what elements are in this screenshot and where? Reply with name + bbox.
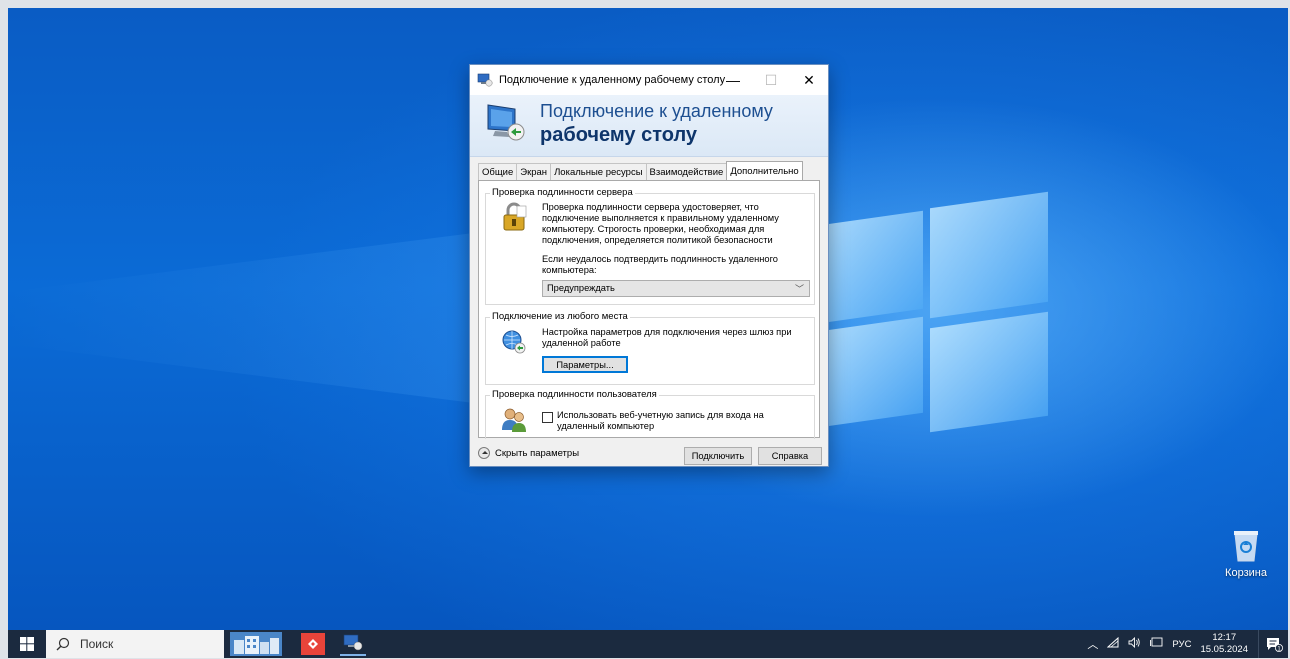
connect-anywhere-description: Настройка параметров для подключения чер… bbox=[542, 327, 792, 348]
notification-icon: 1 bbox=[1266, 638, 1283, 652]
tab-general[interactable]: Общие bbox=[478, 163, 518, 180]
rdp-app-icon bbox=[477, 73, 493, 87]
taskbar-search[interactable]: Поиск bbox=[46, 630, 224, 658]
language-indicator[interactable]: РУС bbox=[1172, 639, 1191, 650]
remote-desktop-icon bbox=[485, 101, 529, 145]
display-icon[interactable] bbox=[1150, 637, 1163, 651]
taskbar: Поиск ︿ РУС 12:17 15.05.2024 1 bbox=[8, 630, 1288, 658]
windows-start-icon bbox=[20, 637, 34, 651]
lock-icon bbox=[500, 202, 528, 231]
volume-icon[interactable] bbox=[1128, 636, 1141, 651]
dialog-banner: Подключение к удаленному рабочему столу bbox=[470, 95, 828, 157]
help-button[interactable]: Справка bbox=[758, 447, 822, 465]
network-globe-icon bbox=[500, 328, 528, 356]
recycle-bin-icon bbox=[1231, 528, 1261, 562]
advanced-tab-panel: Проверка подлинности сервера Проверка по… bbox=[478, 180, 820, 439]
taskbar-app-buildings-icon[interactable] bbox=[230, 632, 282, 656]
dialog-titlebar[interactable]: Подключение к удаленному рабочему столу … bbox=[470, 65, 828, 95]
dialog-title: Подключение к удаленному рабочему столу bbox=[499, 74, 726, 86]
taskbar-app-rdp-icon[interactable] bbox=[340, 632, 366, 656]
chevron-up-icon bbox=[478, 447, 490, 459]
search-placeholder: Поиск bbox=[80, 637, 114, 651]
server-auth-title: Проверка подлинности сервера bbox=[490, 187, 635, 198]
clock-date: 15.05.2024 bbox=[1200, 644, 1248, 655]
web-account-checkbox[interactable] bbox=[542, 412, 553, 423]
start-button[interactable] bbox=[8, 630, 46, 658]
recycle-bin[interactable]: Корзина bbox=[1216, 528, 1276, 579]
minimize-button[interactable]: — bbox=[714, 65, 752, 95]
banner-line2: рабочему столу bbox=[540, 124, 698, 146]
search-icon bbox=[56, 637, 70, 651]
recycle-bin-label: Корзина bbox=[1225, 567, 1267, 579]
tab-experience[interactable]: Взаимодействие bbox=[645, 163, 728, 180]
user-auth-title: Проверка подлинности пользователя bbox=[490, 389, 659, 400]
user-auth-group: Проверка подлинности пользователя Исполь… bbox=[485, 389, 815, 439]
web-account-checkbox-label[interactable]: Использовать веб-учетную запись для вход… bbox=[557, 410, 807, 432]
taskbar-clock[interactable]: 12:17 15.05.2024 bbox=[1200, 632, 1248, 656]
maximize-button[interactable]: ☐ bbox=[752, 65, 790, 95]
hide-options-button[interactable]: Скрыть параметры bbox=[478, 447, 579, 459]
tab-advanced[interactable]: Дополнительно bbox=[726, 161, 803, 180]
tab-local-resources[interactable]: Локальные ресурсы bbox=[550, 163, 647, 180]
chevron-up-icon[interactable]: ︿ bbox=[1087, 636, 1098, 652]
dialog-footer: Скрыть параметры Подключить Справка bbox=[470, 443, 828, 467]
tab-strip: Общие Экран Локальные ресурсы Взаимодейс… bbox=[478, 161, 803, 181]
rdp-dialog: Подключение к удаленному рабочему столу … bbox=[469, 64, 829, 467]
desktop-screen: Корзина Подключение к удаленному рабочем… bbox=[8, 8, 1288, 658]
hide-options-label: Скрыть параметры bbox=[495, 447, 580, 459]
gateway-settings-button[interactable]: Параметры... bbox=[542, 356, 628, 373]
clock-time: 12:17 bbox=[1212, 632, 1237, 643]
windows-logo-wallpaper bbox=[820, 191, 1050, 436]
chevron-down-icon: ﹀ bbox=[794, 284, 804, 294]
users-icon bbox=[500, 406, 528, 434]
server-auth-group: Проверка подлинности сервера Проверка по… bbox=[485, 187, 815, 305]
server-auth-select-value: Предупреждать bbox=[547, 283, 615, 293]
server-auth-description: Проверка подлинности сервера удостоверяе… bbox=[542, 202, 779, 245]
server-auth-select[interactable]: Предупреждать ﹀ bbox=[542, 280, 810, 297]
connect-button[interactable]: Подключить bbox=[684, 447, 752, 465]
server-auth-if-failed-label: Если неудалось подтвердить подлинность у… bbox=[542, 254, 778, 275]
close-button[interactable]: ✕ bbox=[790, 65, 828, 95]
system-tray: ︿ РУС 12:17 15.05.2024 1 bbox=[1087, 630, 1288, 658]
network-icon[interactable] bbox=[1107, 636, 1119, 651]
connect-anywhere-title: Подключение из любого места bbox=[490, 311, 630, 322]
tab-display[interactable]: Экран bbox=[516, 163, 552, 180]
notification-center-button[interactable]: 1 bbox=[1258, 630, 1288, 658]
banner-line1: Подключение к удаленному bbox=[540, 101, 773, 121]
taskbar-app-anydesk-icon[interactable] bbox=[300, 632, 326, 656]
connect-anywhere-group: Подключение из любого места Настройка па… bbox=[485, 311, 815, 385]
